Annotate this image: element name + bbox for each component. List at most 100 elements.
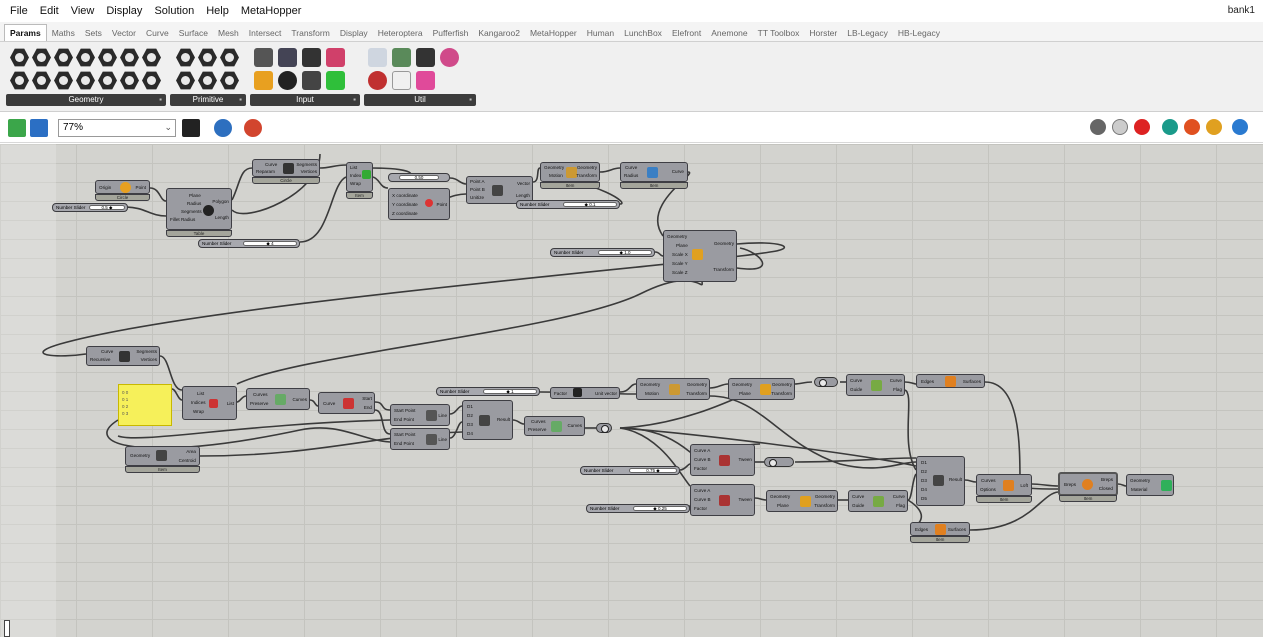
menu-edit[interactable]: Edit <box>34 5 65 17</box>
custom-preview-component[interactable]: Geometry Material <box>1126 474 1174 496</box>
construct-point-component[interactable]: Origin Point Circle <box>95 180 150 201</box>
end-points-component[interactable]: Curve Start End <box>318 392 375 414</box>
yellow-panel[interactable]: 0 0 0 1 0 2 0 3 <box>118 384 172 426</box>
line-component[interactable]: Start Point End Point Line <box>390 404 450 426</box>
tab-metahopper[interactable]: MetaHopper <box>525 25 582 41</box>
number-slider[interactable]: 0.50 <box>388 173 450 182</box>
tween-curve-component[interactable]: Curve A Curve B Factor Tween <box>690 484 755 516</box>
number-slider[interactable]: Number Slider ◆ 1.0 <box>550 248 655 257</box>
tab-tt-toolbox[interactable]: TT Toolbox <box>753 25 805 41</box>
save-file-icon[interactable] <box>30 119 48 137</box>
merge-component[interactable]: D1 D2 D3 D4 D5 Result <box>916 456 965 506</box>
rectangle-param-icon[interactable] <box>98 71 117 90</box>
grasshopper-canvas[interactable]: Origin Point Circle Number Slider 0.5 ◆ … <box>0 144 1263 637</box>
number-slider-icon[interactable] <box>254 48 273 67</box>
mesh-param-icon[interactable] <box>32 71 51 90</box>
menu-solution[interactable]: Solution <box>148 5 200 17</box>
zoom-extents-icon[interactable] <box>182 119 200 137</box>
tab-lunchbox[interactable]: LunchBox <box>619 25 667 41</box>
list-item-indices-component[interactable]: List Indices Wrap List <box>182 386 237 420</box>
point-param-icon[interactable] <box>76 71 95 90</box>
number-slider[interactable]: Number Slider ◆ 1 <box>436 387 540 396</box>
tab-elefront[interactable]: Elefront <box>667 25 706 41</box>
text-param-icon[interactable] <box>176 71 195 90</box>
tab-params[interactable]: Params <box>4 24 47 41</box>
move-component[interactable]: Geometry Motion Geometry Transform <box>636 378 710 400</box>
toggle-icon[interactable] <box>254 71 273 90</box>
relay-node[interactable] <box>596 423 612 433</box>
tab-maths[interactable]: Maths <box>47 25 80 41</box>
slider-value[interactable]: ◆ 1.0 <box>598 250 652 255</box>
tab-vector[interactable]: Vector <box>107 25 141 41</box>
slider-value[interactable]: 0.75 ◆ <box>629 468 677 473</box>
menu-metahopper[interactable]: MetaHopper <box>235 5 308 17</box>
menu-file[interactable]: File <box>0 5 34 17</box>
tab-hb-legacy[interactable]: HB-Legacy <box>893 25 945 41</box>
fitness-icon[interactable] <box>440 48 459 67</box>
number-param-icon[interactable] <box>220 48 239 67</box>
mirror-component[interactable]: Geometry Plane Geometry Transform <box>766 490 838 512</box>
tween-curve-component[interactable]: Curve A Curve B Factor Tween <box>690 444 755 476</box>
construct-point-xyz-component[interactable]: X coordinate Y coordinate Z coordinate P… <box>388 188 450 220</box>
tab-intersect[interactable]: Intersect <box>244 25 287 41</box>
tab-sets[interactable]: Sets <box>80 25 107 41</box>
circular-arc-param-icon[interactable] <box>76 48 95 67</box>
menu-display[interactable]: Display <box>100 5 148 17</box>
surface-param-icon[interactable] <box>120 71 139 90</box>
polygon-component[interactable]: Plane Radius Segments Fillet Radius Poly… <box>166 188 232 237</box>
box-param-icon[interactable] <box>10 48 29 67</box>
number-slider[interactable]: Number Slider ◆ 0.1 <box>516 200 620 209</box>
menu-help[interactable]: Help <box>200 5 235 17</box>
tab-pufferfish[interactable]: Pufferfish <box>428 25 474 41</box>
number-slider[interactable]: Number Slider ◆ 4 <box>198 239 300 248</box>
tab-transform[interactable]: Transform <box>286 25 334 41</box>
preview-wireframe-icon[interactable] <box>1090 119 1106 135</box>
display-mode-icon[interactable] <box>1206 119 1222 135</box>
bake-icon[interactable] <box>1162 119 1178 135</box>
plane-param-icon[interactable] <box>54 71 73 90</box>
number-slider[interactable]: Number Slider 0.5 ◆ <box>52 203 128 212</box>
line-param-icon[interactable] <box>10 71 29 90</box>
tab-surface[interactable]: Surface <box>174 25 213 41</box>
relay-node[interactable] <box>764 457 794 467</box>
sketch-pen-icon[interactable] <box>244 119 262 137</box>
tab-display[interactable]: Display <box>335 25 373 41</box>
data-output-icon[interactable] <box>416 48 435 67</box>
tab-horster[interactable]: Horster <box>804 25 842 41</box>
window-resize-handle[interactable] <box>4 620 10 637</box>
edge-surface-component[interactable]: Edges Surfaces <box>916 374 985 388</box>
brep-join-component[interactable]: Breps Breps Closed Item <box>1058 472 1118 502</box>
vector-param-icon[interactable] <box>142 71 161 90</box>
tab-lb-legacy[interactable]: LB-Legacy <box>842 25 893 41</box>
brep-param-icon[interactable] <box>32 48 51 67</box>
scale-nu-component[interactable]: Geometry Plane Scale X Scale Y Scale Z G… <box>663 230 737 282</box>
colour-param-icon[interactable] <box>220 71 239 90</box>
menu-view[interactable]: View <box>65 5 101 17</box>
galapagos-icon[interactable] <box>368 48 387 67</box>
open-file-icon[interactable] <box>8 119 26 137</box>
curve-param-icon[interactable] <box>98 48 117 67</box>
domain-param-icon[interactable] <box>198 71 217 90</box>
loft-component[interactable]: Curves Options Loft Item <box>976 474 1032 503</box>
slider-value[interactable]: 0.5 ◆ <box>89 205 125 210</box>
canvas-settings-icon[interactable] <box>1232 119 1248 135</box>
slider-value[interactable]: 0.50 <box>399 175 439 180</box>
button-icon[interactable] <box>278 71 297 90</box>
cherry-picker-icon[interactable] <box>368 71 387 90</box>
flask-icon[interactable] <box>416 71 435 90</box>
graph-mapper-icon[interactable] <box>278 48 297 67</box>
tab-kangaroo2[interactable]: Kangaroo2 <box>473 25 525 41</box>
circle-param-icon[interactable] <box>54 48 73 67</box>
preview-selected-icon[interactable] <box>1134 119 1150 135</box>
preview-eye-icon[interactable] <box>214 119 232 137</box>
zoom-dropdown[interactable]: 77% ⌄ <box>58 119 176 137</box>
tab-heteroptera[interactable]: Heteroptera <box>373 25 428 41</box>
tab-mesh[interactable]: Mesh <box>213 25 244 41</box>
data-input-icon[interactable] <box>392 71 411 90</box>
slider-value[interactable]: ◆ 4 <box>243 241 297 246</box>
relay-node[interactable] <box>814 377 838 387</box>
slider-value[interactable]: ◆ 0.1 <box>563 202 617 207</box>
offset-curve-component[interactable]: Curve Radius Curve Item <box>620 162 688 189</box>
tab-curve[interactable]: Curve <box>141 25 174 41</box>
join-curves-component[interactable]: Curves Preserve Curves <box>524 416 585 436</box>
